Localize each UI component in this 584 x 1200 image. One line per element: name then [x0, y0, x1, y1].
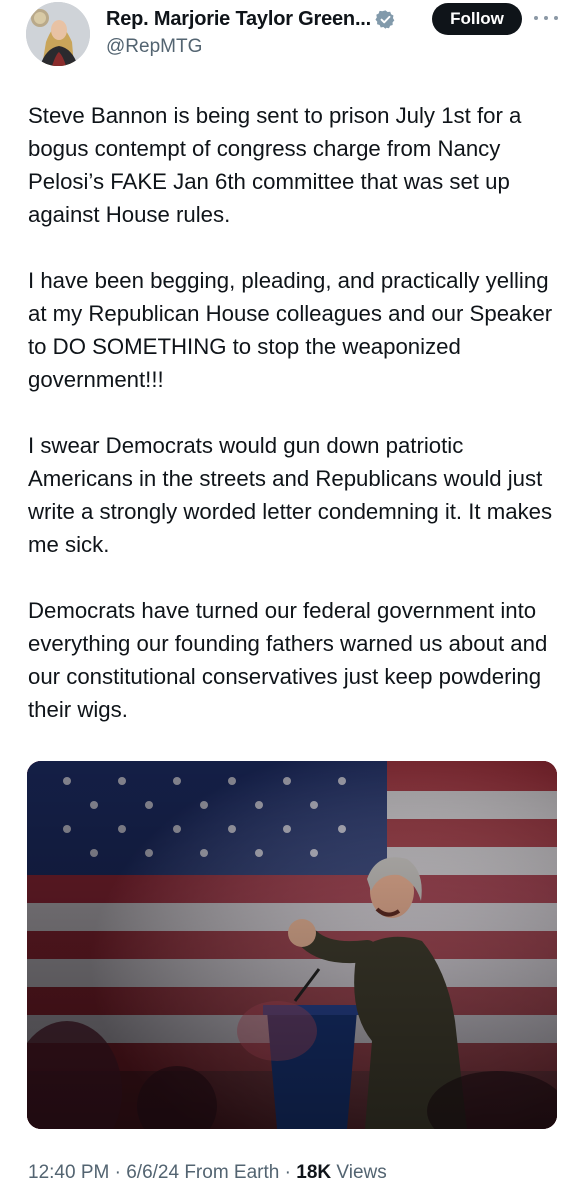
views-count[interactable]: 18K — [296, 1162, 331, 1183]
views-label: Views — [336, 1162, 387, 1183]
tweet-photo[interactable] — [27, 761, 557, 1129]
tweet-paragraph: I have been begging, pleading, and pract… — [28, 268, 553, 392]
tweet-meta: 12:40 PM · 6/6/24 From Earth · 18K Views — [28, 1162, 387, 1184]
tweet-header: Rep. Marjorie Taylor Green... @RepMTG Fo… — [0, 0, 584, 80]
author-name-line: Rep. Marjorie Taylor Green... — [106, 6, 396, 32]
photo-content — [27, 761, 557, 1129]
tweet-time[interactable]: 12:40 PM — [28, 1162, 109, 1183]
tweet-date[interactable]: 6/6/24 — [126, 1162, 179, 1183]
tweet-paragraph: Steve Bannon is being sent to prison Jul… — [28, 103, 522, 227]
tweet-text: Steve Bannon is being sent to prison Jul… — [28, 99, 558, 726]
more-options-icon[interactable] — [534, 8, 558, 28]
meta-separator: · — [114, 1162, 121, 1183]
tweet-paragraph: I swear Democrats would gun down patriot… — [28, 433, 553, 557]
meta-separator: · — [284, 1162, 291, 1183]
tweet-source: From Earth — [184, 1162, 280, 1183]
tweet-paragraph: Democrats have turned our federal govern… — [28, 598, 548, 722]
avatar[interactable] — [26, 2, 90, 66]
author-handle[interactable]: @RepMTG — [106, 36, 202, 58]
verified-badge-icon — [375, 9, 396, 30]
follow-button[interactable]: Follow — [432, 3, 522, 35]
author-display-name[interactable]: Rep. Marjorie Taylor Green... — [106, 8, 371, 31]
